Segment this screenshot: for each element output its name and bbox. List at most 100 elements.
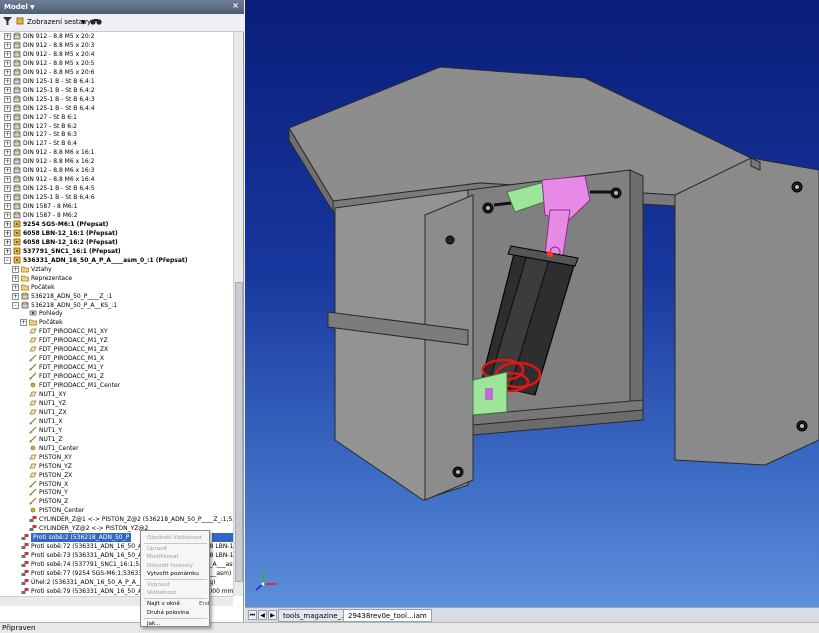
expand-icon[interactable]: + bbox=[4, 220, 11, 228]
tree-node[interactable]: +6058 LBN-12_16:2 (Přepsat) bbox=[0, 238, 232, 247]
expand-icon[interactable]: + bbox=[4, 77, 11, 85]
expand-icon[interactable]: + bbox=[4, 50, 11, 58]
tree-node[interactable]: + DIN 125-1 B - St B 6,4:5 bbox=[0, 184, 232, 193]
expand-icon[interactable]: + bbox=[4, 113, 11, 121]
tree-node[interactable]: - 536218_ADN_50_P_A__KS_:1 bbox=[0, 301, 232, 310]
tree-node[interactable]: + DIN 912 - 8.8 M6 x 16:1 bbox=[0, 148, 232, 157]
tree-node[interactable]: + DIN 125-1 B - St B 6,4:6 bbox=[0, 193, 232, 202]
expand-icon[interactable]: + bbox=[4, 185, 11, 193]
tree-node[interactable]: + DIN 912 - 8.8 M5 x 20:4 bbox=[0, 50, 232, 59]
expand-icon[interactable]: + bbox=[4, 194, 11, 202]
tree-node[interactable]: NUT1_Center bbox=[0, 444, 232, 453]
tree-node[interactable]: + DIN 125-1 B - St B 6,4:3 bbox=[0, 95, 232, 104]
tree-node[interactable]: PISTON_ZX bbox=[0, 471, 232, 480]
context-menu-item[interactable]: Jak... bbox=[147, 620, 160, 629]
tree-node[interactable]: FDT_PIRODACC_M1_Center bbox=[0, 381, 232, 390]
expand-icon[interactable]: + bbox=[4, 104, 11, 112]
tree-node[interactable]: + DIN 912 - 8.8 M6 x 16:3 bbox=[0, 166, 232, 175]
expand-icon[interactable]: + bbox=[4, 68, 11, 76]
vertical-scrollbar[interactable] bbox=[233, 32, 243, 596]
tree-node[interactable]: + DIN 912 - 8.8 M5 x 20:3 bbox=[0, 41, 232, 50]
tree-node[interactable]: NUT1_Z bbox=[0, 435, 232, 444]
tree-node[interactable]: FDT_PIRODACC_M1_YZ bbox=[0, 336, 232, 345]
expand-icon[interactable]: + bbox=[4, 131, 11, 139]
tree-node[interactable]: FDT_PIRODACC_M1_Y bbox=[0, 363, 232, 372]
expand-icon[interactable]: + bbox=[4, 229, 11, 237]
expand-icon[interactable]: + bbox=[4, 140, 11, 148]
expand-icon[interactable]: + bbox=[4, 86, 11, 94]
tree-node[interactable]: +9254 SGS-M6:1 (Přepsat) bbox=[0, 220, 232, 229]
tree-node[interactable]: PISTON_Z bbox=[0, 497, 232, 506]
expand-icon[interactable]: + bbox=[12, 292, 19, 300]
tree-node[interactable]: CYLINDER_Z@1 <-> PISTON_Z@2 (536218_ADN_… bbox=[0, 515, 233, 524]
expand-icon[interactable]: + bbox=[4, 247, 11, 255]
tree-node[interactable]: PISTON_XY bbox=[0, 453, 232, 462]
expand-icon[interactable]: + bbox=[20, 319, 27, 327]
tree-node[interactable]: FDT_PIRODACC_M1_Z bbox=[0, 372, 232, 381]
expand-icon[interactable]: + bbox=[4, 41, 11, 49]
tree-node[interactable]: + DIN 125-1 B - St B 6,4:4 bbox=[0, 104, 232, 113]
expand-icon[interactable]: + bbox=[4, 176, 11, 184]
tree-node[interactable]: FDT_PIRODACC_M1_ZX bbox=[0, 345, 232, 354]
tree-node[interactable]: FDT_PIRODACC_M1_XY bbox=[0, 327, 232, 336]
expand-icon[interactable]: + bbox=[4, 212, 11, 219]
collapse-icon[interactable]: - bbox=[4, 256, 11, 264]
tree-node[interactable]: + DIN 127 - St B 6:3 bbox=[0, 130, 232, 139]
expand-icon[interactable]: + bbox=[4, 59, 11, 67]
3d-viewport[interactable] bbox=[245, 0, 819, 607]
tree-node[interactable]: + DIN 912 - 8.8 M5 x 20:5 bbox=[0, 59, 232, 68]
context-menu-item[interactable]: Vytvořit poznámku bbox=[147, 570, 199, 579]
tree-node[interactable]: FDT_PIRODACC_M1_X bbox=[0, 354, 232, 363]
close-icon[interactable]: × bbox=[230, 1, 241, 12]
tree-node[interactable]: +536218_ADN_50_P____Z_:1 bbox=[0, 292, 232, 301]
panel-menu-dropdown-icon[interactable]: ▼ bbox=[30, 1, 35, 15]
panel-title-bar[interactable]: Model ▼ × bbox=[0, 0, 244, 14]
expand-icon[interactable]: + bbox=[12, 283, 19, 291]
filter-icon[interactable] bbox=[3, 16, 13, 29]
tree-node[interactable]: + DIN 912 - 8.8 M6 x 16:4 bbox=[0, 175, 232, 184]
tree-node[interactable]: NUT1_Y bbox=[0, 426, 232, 435]
tree-node[interactable]: PISTON_Y bbox=[0, 488, 232, 497]
tree-node[interactable]: + Počátek bbox=[0, 283, 232, 292]
tree-node[interactable]: Pohledy bbox=[0, 309, 232, 318]
tree-node[interactable]: + DIN 125-1 B - St B 6,4:2 bbox=[0, 86, 232, 95]
doc-tab-29438rev0e[interactable]: 29438rev0e_tool...iam bbox=[343, 609, 432, 622]
tree-node[interactable]: NUT1_X bbox=[0, 417, 232, 426]
tree-node[interactable]: + DIN 912 - 8.8 M5 x 20:2 bbox=[0, 32, 232, 41]
tree-node[interactable]: PISTON_X bbox=[0, 480, 232, 489]
tab-nav-prev-icon[interactable]: ◀ bbox=[258, 610, 267, 620]
tree-node[interactable]: + DIN 1587 - 8 M6:2 bbox=[0, 211, 232, 220]
tree-node[interactable]: NUT1_XY bbox=[0, 390, 232, 399]
tree-node[interactable]: + Reprezentace bbox=[0, 274, 232, 283]
tree-node[interactable]: NUT1_YZ bbox=[0, 399, 232, 408]
tree-node[interactable]: + DIN 1587 - 8 M6:1 bbox=[0, 202, 232, 211]
expand-icon[interactable]: + bbox=[4, 95, 11, 103]
tab-nav-first-icon[interactable]: ⏮ bbox=[248, 610, 257, 620]
context-menu-item[interactable]: Druhá polovina bbox=[147, 609, 189, 618]
tree-node[interactable]: PISTON_Center bbox=[0, 506, 232, 515]
tree-node[interactable]: PISTON_YZ bbox=[0, 462, 232, 471]
tree-node[interactable]: +537791_SNC1_16:1 (Přepsat) bbox=[0, 247, 232, 256]
tree-node[interactable]: + DIN 125-1 B - St B 6,4:1 bbox=[0, 77, 232, 86]
tree-node[interactable]: + DIN 127 - St B 6:4 bbox=[0, 139, 232, 148]
collapse-icon[interactable]: - bbox=[12, 301, 19, 309]
binoculars-icon[interactable] bbox=[90, 16, 102, 29]
expand-icon[interactable]: + bbox=[4, 238, 11, 246]
expand-icon[interactable]: + bbox=[12, 265, 19, 273]
expand-icon[interactable]: + bbox=[4, 149, 11, 157]
expand-icon[interactable]: + bbox=[4, 122, 11, 130]
expand-icon[interactable]: + bbox=[4, 167, 11, 175]
tree-node[interactable]: + Vztahy bbox=[0, 265, 232, 274]
expand-icon[interactable]: + bbox=[4, 33, 11, 40]
tree-node[interactable]: + DIN 912 - 8.8 M5 x 20:6 bbox=[0, 68, 232, 77]
expand-icon[interactable]: + bbox=[4, 203, 11, 211]
tab-nav-next-icon[interactable]: ▶ bbox=[268, 610, 277, 620]
chevron-down-icon[interactable]: ▼ bbox=[81, 16, 86, 29]
tree-node[interactable]: - 536331_ADN_16_50_A_P_A____asm_0_:1 (Pře… bbox=[0, 256, 232, 265]
tree-node[interactable]: + DIN 127 - St B 6:2 bbox=[0, 122, 232, 131]
expand-icon[interactable]: + bbox=[12, 274, 19, 282]
tree-node[interactable]: + DIN 912 - 8.8 M6 x 16:2 bbox=[0, 157, 232, 166]
tree-node[interactable]: +6058 LBN-12_16:1 (Přepsat) bbox=[0, 229, 232, 238]
scrollbar-thumb[interactable] bbox=[235, 282, 243, 582]
tree-node[interactable]: + DIN 127 - St B 6:1 bbox=[0, 113, 232, 122]
